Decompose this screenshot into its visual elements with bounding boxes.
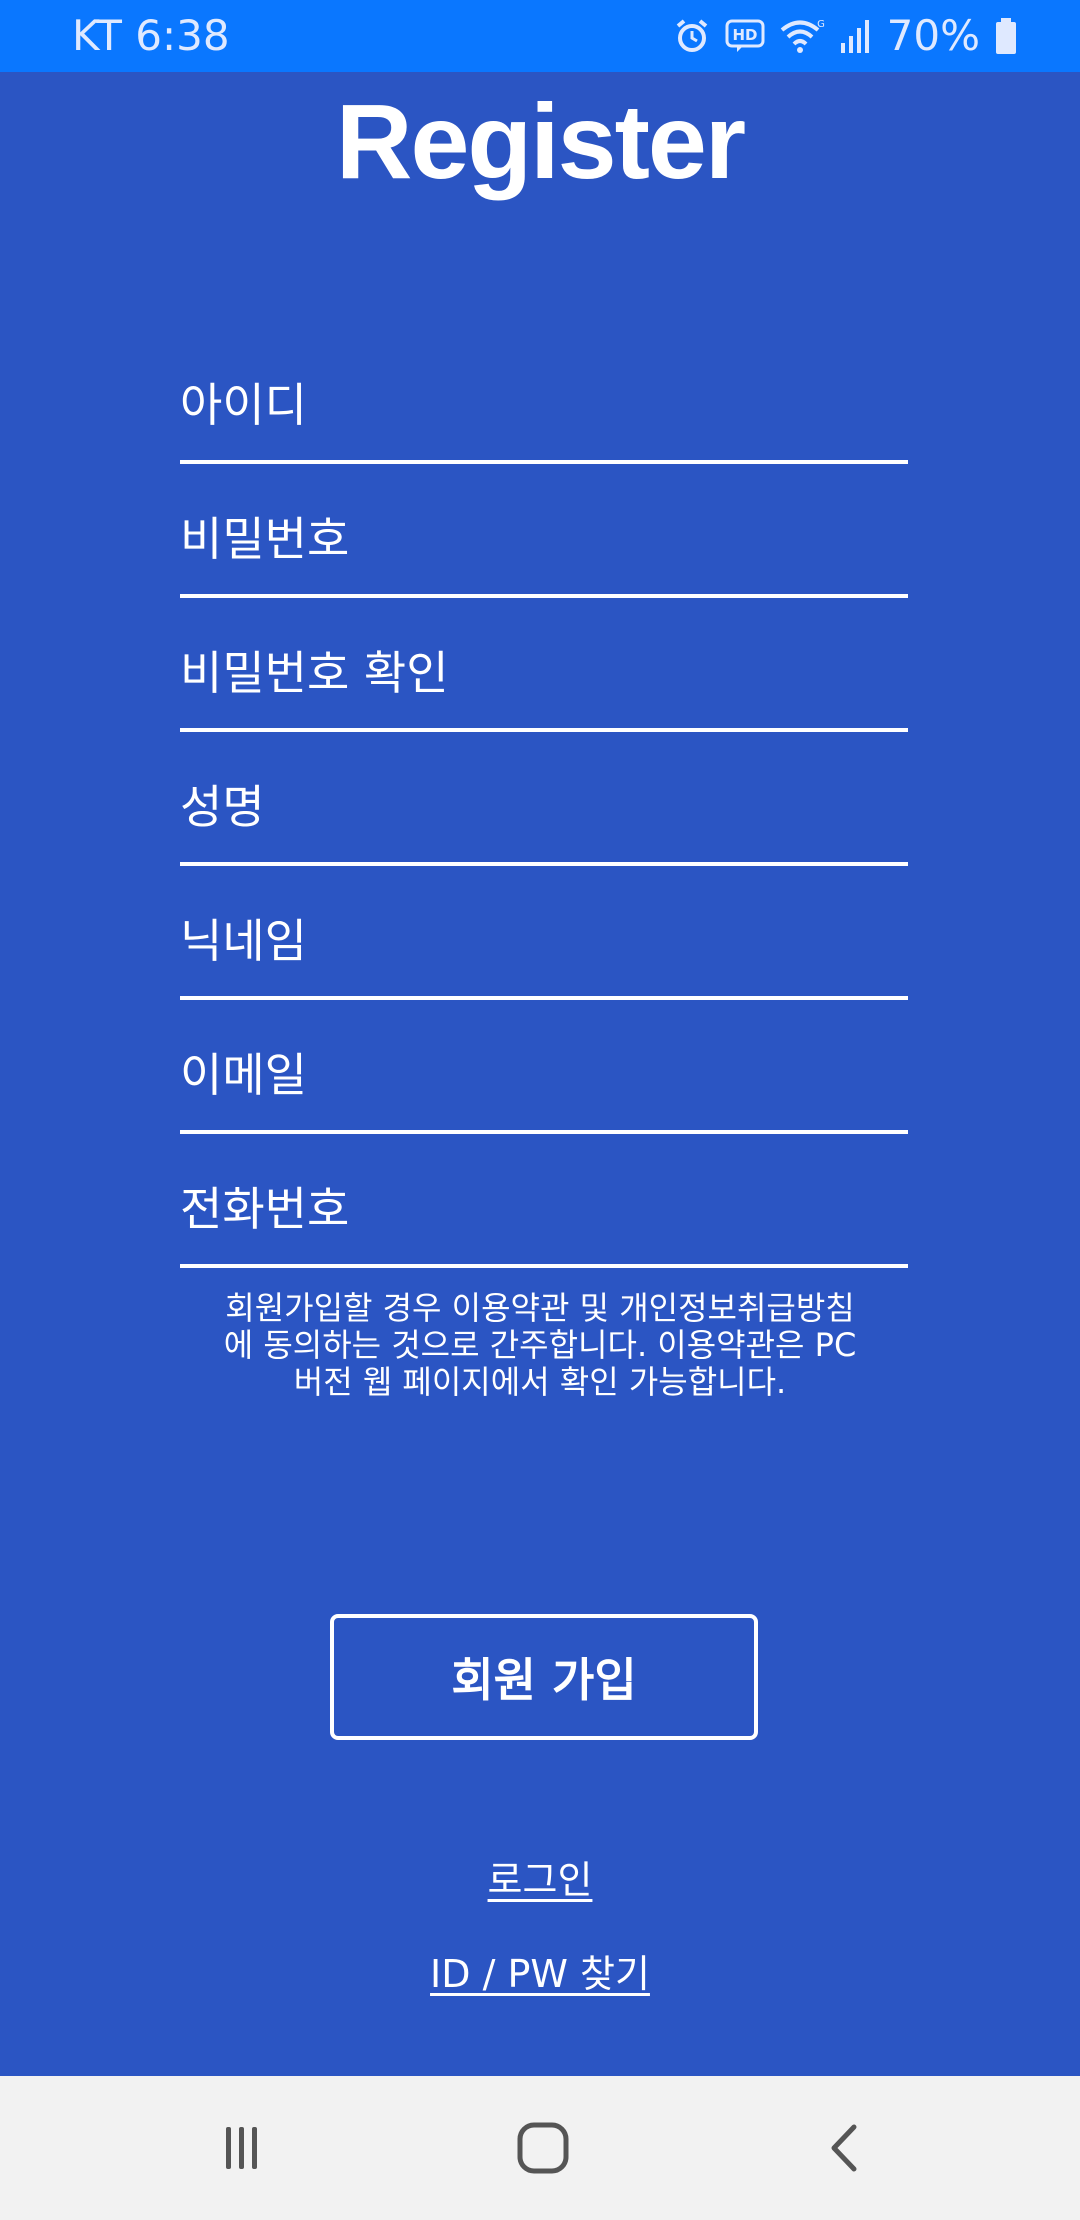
back-icon	[820, 2123, 870, 2177]
field-email	[180, 1000, 908, 1134]
page-title: Register	[335, 83, 746, 201]
terms-notice: 회원가입할 경우 이용약관 및 개인정보취급방침 에 동의하는 것으로 간주합니…	[190, 1290, 890, 1401]
name-input[interactable]	[180, 780, 908, 834]
terms-notice-line: 회원가입할 경우 이용약관 및 개인정보취급방침	[225, 1289, 855, 1327]
password-input[interactable]	[180, 512, 908, 566]
battery-percent: 70%	[886, 11, 980, 60]
home-button[interactable]	[503, 2110, 583, 2190]
navigation-bar	[0, 2076, 1080, 2220]
terms-notice-line: 버전 웹 페이지에서 확인 가능합니다.	[293, 1363, 787, 1401]
field-id	[180, 330, 908, 464]
login-link[interactable]: 로그인	[488, 1858, 593, 1902]
back-button[interactable]	[805, 2110, 885, 2190]
id-input[interactable]	[180, 378, 908, 432]
email-input[interactable]	[180, 1048, 908, 1102]
signal-icon	[839, 17, 873, 55]
wifi-icon: G	[779, 17, 825, 55]
terms-notice-line: 에 동의하는 것으로 간주합니다. 이용약관은 PC	[223, 1326, 857, 1364]
home-icon	[515, 2120, 571, 2180]
field-nickname	[180, 866, 908, 1000]
hd-icon: HD	[725, 18, 765, 54]
register-form	[180, 330, 908, 1268]
find-account-link-row: ID / PW 찾기	[0, 1952, 1080, 1996]
battery-icon	[994, 16, 1018, 56]
field-password	[180, 464, 908, 598]
phone-input[interactable]	[180, 1182, 908, 1236]
password-confirm-input[interactable]	[180, 646, 908, 700]
status-carrier-time: KT 6:38	[72, 11, 230, 60]
login-link-row: 로그인	[0, 1858, 1080, 1902]
field-password-confirm	[180, 598, 908, 732]
nickname-input[interactable]	[180, 914, 908, 968]
alarm-icon	[673, 17, 711, 55]
svg-text:G: G	[817, 19, 825, 30]
field-phone	[180, 1134, 908, 1268]
register-button[interactable]: 회원 가입	[330, 1614, 758, 1740]
status-icons: HD G 70%	[673, 10, 1018, 62]
field-name	[180, 732, 908, 866]
find-account-link[interactable]: ID / PW 찾기	[430, 1952, 650, 1996]
svg-text:HD: HD	[732, 26, 757, 44]
status-bar: KT 6:38 HD G 70%	[0, 0, 1080, 72]
recent-apps-button[interactable]	[201, 2110, 281, 2190]
recent-apps-icon	[216, 2123, 266, 2177]
